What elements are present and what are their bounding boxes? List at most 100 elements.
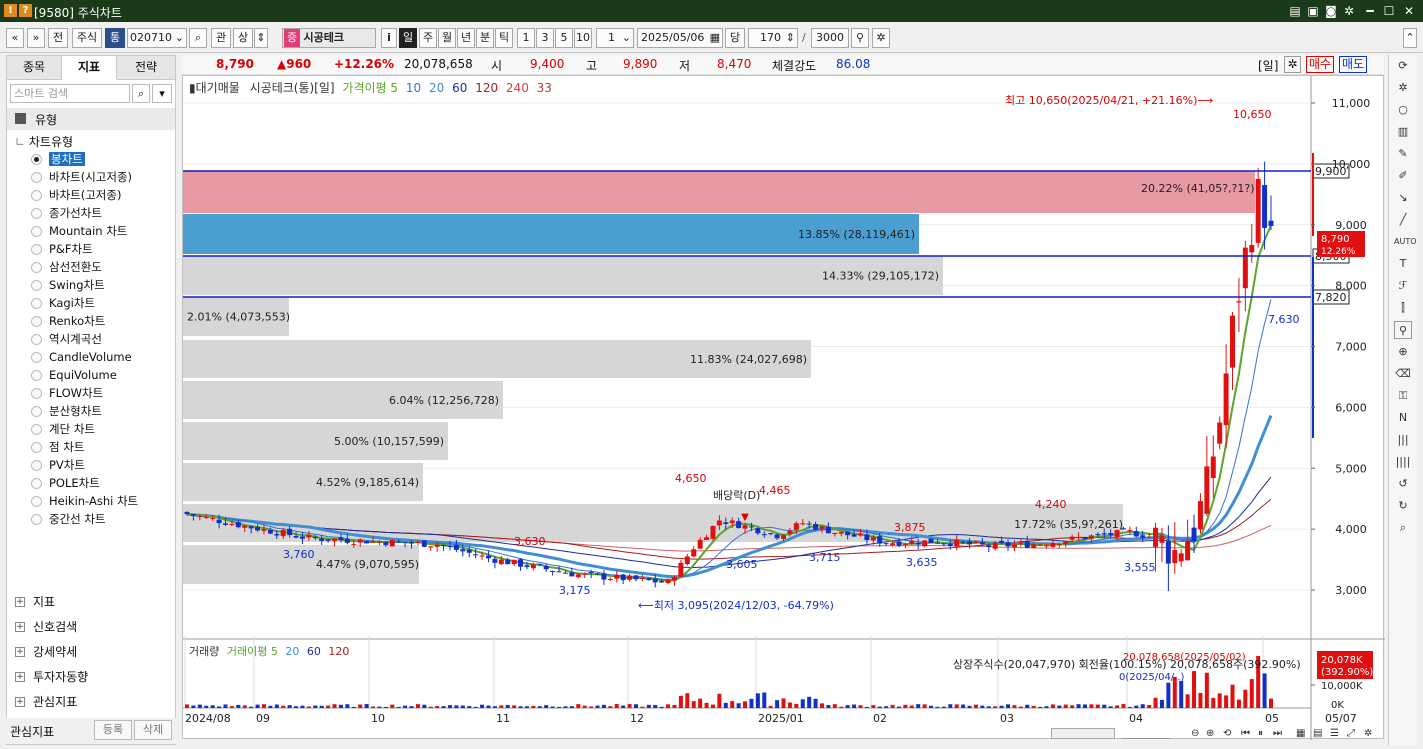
candle-chart-svg[interactable]: 20.22% (41,05?,?1?) 13.85% (28,119,461) 14…: [183, 76, 1385, 740]
save-icon[interactable]: ▣: [1305, 3, 1321, 19]
settings-icon[interactable]: ✲: [1341, 3, 1357, 19]
toolbar-scroll-icon[interactable]: ⌃: [1403, 28, 1417, 48]
delete-button[interactable]: 삭제: [134, 720, 172, 740]
table-icon[interactable]: ▤: [1313, 728, 1322, 740]
nav-down-button[interactable]: »: [27, 28, 45, 48]
fibonacci-icon[interactable]: ℱ: [1394, 277, 1412, 295]
spin-icon[interactable]: ⇕: [786, 29, 795, 47]
chart-type-item[interactable]: EquiVolume: [29, 367, 117, 384]
eraser-icon[interactable]: ⌫: [1394, 365, 1412, 383]
period-minute[interactable]: 분: [476, 28, 494, 48]
chart-type-item[interactable]: POLE차트: [29, 475, 100, 492]
type-section[interactable]: 유형: [7, 108, 175, 130]
gear-icon[interactable]: ✲: [872, 28, 890, 48]
code-input[interactable]: 020710 ⌄: [127, 28, 187, 48]
candle-tool-icon[interactable]: ⫿: [1394, 299, 1412, 317]
sell-button[interactable]: 매도: [1339, 56, 1368, 73]
num-1[interactable]: 1: [517, 28, 535, 48]
register-button[interactable]: 등록: [94, 720, 132, 740]
chart-type-item[interactable]: Kagi차트: [29, 295, 95, 312]
period-day[interactable]: 일: [399, 28, 417, 48]
chart-type-item[interactable]: 중간선 차트: [29, 511, 106, 528]
close-icon[interactable]: ✕: [1401, 3, 1417, 19]
section-strength[interactable]: + 강세약세: [15, 642, 77, 662]
market-button[interactable]: 주식: [72, 28, 102, 48]
count-input[interactable]: 170 ⇕: [748, 28, 798, 48]
dang-button[interactable]: 당: [725, 28, 745, 48]
chart-type-item[interactable]: CandleVolume: [29, 349, 132, 366]
radio-icon[interactable]: [31, 262, 42, 273]
layout-icon[interactable]: ▤: [1287, 3, 1303, 19]
chevron-down-icon[interactable]: ▾: [152, 84, 172, 103]
radio-icon[interactable]: [31, 442, 42, 453]
gear-icon[interactable]: ✲: [1364, 728, 1372, 740]
num-5[interactable]: 5: [555, 28, 573, 48]
reset-icon[interactable]: ⟲: [1223, 728, 1231, 740]
stock-name-field[interactable]: 증 시공테크: [282, 28, 376, 48]
radio-icon[interactable]: [31, 478, 42, 489]
chart-scroll-controls[interactable]: ⊖ ⊕ ⟲ ⏮ ⏸ ⏭ ▦ ▤ ☰ ⤢ ✲: [1051, 728, 1383, 740]
chart-type-item[interactable]: 삼선전환도: [29, 259, 102, 276]
help-icon[interactable]: ?: [19, 4, 32, 17]
chart-settings-icon[interactable]: ✲: [1284, 56, 1301, 73]
chart-area[interactable]: 20.22% (41,05?,?1?) 13.85% (28,119,461) 14…: [182, 75, 1385, 740]
refresh-icon[interactable]: ⟳: [1394, 57, 1412, 75]
all-button[interactable]: 전: [48, 28, 68, 48]
radio-icon[interactable]: [31, 496, 42, 507]
chart-type-item[interactable]: FLOW차트: [29, 385, 103, 402]
gear-icon[interactable]: ✲: [1394, 79, 1412, 97]
section-favorite[interactable]: + 관심지표: [15, 692, 77, 712]
scroll-track[interactable]: [1051, 728, 1115, 739]
radio-icon[interactable]: [31, 370, 42, 381]
chevron-down-icon[interactable]: ⌄: [175, 29, 184, 47]
period-month[interactable]: 월: [438, 28, 456, 48]
radio-icon[interactable]: [31, 460, 42, 471]
line-icon[interactable]: ╱: [1394, 211, 1412, 229]
bar-chart-icon[interactable]: ▥: [1394, 123, 1412, 141]
radio-icon[interactable]: [31, 226, 42, 237]
magnify-icon[interactable]: ⊕: [1394, 343, 1412, 361]
radio-icon[interactable]: [31, 208, 42, 219]
chart-type-item[interactable]: 바차트(고저종): [29, 187, 121, 204]
num-select[interactable]: 1 ⌄: [596, 28, 634, 48]
radio-icon[interactable]: [31, 316, 42, 327]
search-icon[interactable]: ⌕: [189, 28, 207, 48]
chart-type-item[interactable]: 바차트(시고저종): [29, 169, 132, 186]
radio-icon[interactable]: [31, 298, 42, 309]
list-icon[interactable]: ☰: [1330, 728, 1339, 740]
zoom-in-icon[interactable]: ⊕: [1206, 728, 1214, 740]
lock-icon[interactable]: ⚿: [1394, 387, 1412, 405]
chart-type-item[interactable]: 계단 차트: [29, 421, 95, 438]
zoom-out-icon[interactable]: ⊖: [1191, 728, 1199, 740]
chevron-down-icon[interactable]: ⌄: [622, 29, 631, 47]
smart-search-input[interactable]: 스마트 검색: [10, 84, 130, 103]
camera-icon[interactable]: ◙: [1323, 3, 1339, 19]
chart-type-item[interactable]: 봉차트: [29, 151, 85, 168]
tab-strategy[interactable]: 전략: [117, 56, 175, 80]
radio-icon[interactable]: [31, 244, 42, 255]
tab-indicator[interactable]: 지표: [62, 56, 117, 80]
chart-type-item[interactable]: PV차트: [29, 457, 85, 474]
undo-icon[interactable]: ↺: [1394, 475, 1412, 493]
arrow-tool-icon[interactable]: ↘: [1394, 189, 1412, 207]
num-10[interactable]: 10: [574, 28, 592, 48]
chart-type-item[interactable]: 점 차트: [29, 439, 84, 456]
period-year[interactable]: 년: [457, 28, 475, 48]
radio-icon[interactable]: [31, 190, 42, 201]
chart-type-item[interactable]: Heikin-Ashi 차트: [29, 493, 138, 510]
radio-icon[interactable]: [31, 334, 42, 345]
date-input[interactable]: 2025/05/06 ▦: [637, 28, 723, 48]
bars-icon[interactable]: |||: [1394, 431, 1412, 449]
radio-icon[interactable]: [31, 352, 42, 363]
nav-back-button[interactable]: «: [6, 28, 24, 48]
maximize-icon[interactable]: ☐: [1381, 3, 1397, 19]
radio-icon[interactable]: [31, 172, 42, 183]
chart-type-item[interactable]: P&F차트: [29, 241, 93, 258]
chart-type-item[interactable]: 역시계곡선: [29, 331, 102, 348]
pause-icon[interactable]: ⏸: [1258, 728, 1263, 740]
chart-type-item[interactable]: Swing차트: [29, 277, 105, 294]
spin-icon[interactable]: ⇕: [254, 28, 268, 48]
period-tick[interactable]: 틱: [495, 28, 513, 48]
search-icon[interactable]: ⌕: [1394, 519, 1412, 537]
radio-icon[interactable]: [31, 424, 42, 435]
